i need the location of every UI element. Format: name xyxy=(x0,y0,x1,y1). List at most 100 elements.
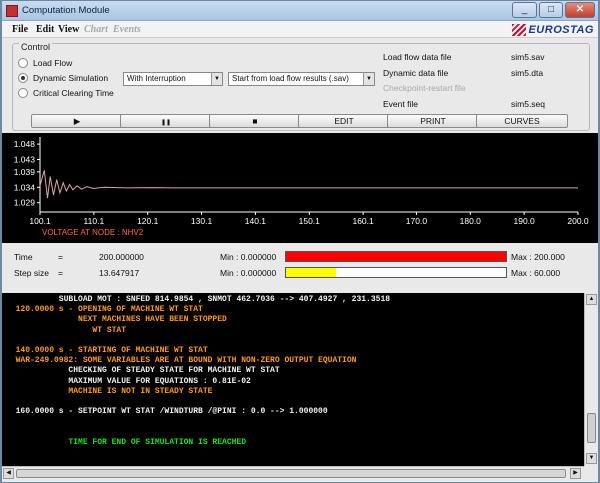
simulation-log[interactable]: SUBLOAD MOT : SNFED 814.9854 , SNMOT 462… xyxy=(2,293,598,466)
load-flow-file-label: Load flow data file xyxy=(383,52,452,62)
scroll-up-icon[interactable]: ▲ xyxy=(586,294,597,305)
step-size-label: Step size xyxy=(14,268,49,278)
time-label: Time xyxy=(14,252,33,262)
voltage-chart: 100.1 110.1 120.1 130.1 140.1 150.1 160.1 170.0… xyxy=(2,133,598,243)
interruption-select-value: With Interruption xyxy=(127,74,186,83)
scroll-right-icon[interactable]: ▶ xyxy=(570,468,581,479)
load-flow-file-value: sim5.sav xyxy=(511,52,545,62)
radio-critical-clearing-time[interactable]: Critical Clearing Time xyxy=(18,88,114,98)
log-line: 160.0000 s - SETPOINT WT STAT /WINDTURB … xyxy=(6,407,328,417)
control-group-title: Control xyxy=(19,42,53,52)
radio-critical-clearing-time-label: Critical Clearing Time xyxy=(33,88,114,98)
minimize-button[interactable]: _ xyxy=(512,2,537,18)
x-tick-label: 140.1 xyxy=(245,216,267,226)
pause-button[interactable]: ❚❚ xyxy=(120,114,212,128)
menu-file-label: File xyxy=(12,24,29,35)
edit-button[interactable]: EDIT xyxy=(298,114,390,128)
x-tick-label: 160.1 xyxy=(352,216,374,226)
menu-events[interactable]: Events xyxy=(113,24,141,35)
horizontal-scroll-thumb[interactable] xyxy=(16,469,566,478)
vertical-scroll-thumb[interactable] xyxy=(587,413,596,443)
step-size-equals: = xyxy=(58,268,63,278)
play-button[interactable]: ▶ xyxy=(31,114,123,128)
start-mode-select[interactable]: Start from load flow results (.sav) ▼ xyxy=(228,72,375,86)
close-button[interactable]: ✕ xyxy=(565,2,595,18)
radio-load-flow-indicator[interactable] xyxy=(18,58,28,68)
menu-view-label: View xyxy=(58,24,80,35)
x-tick-label: 120.1 xyxy=(137,216,159,226)
log-line: 140.0000 s - STARTING OF MACHINE WT STAT xyxy=(6,346,208,355)
voltage-chart-svg: 100.1 110.1 120.1 130.1 140.1 150.1 160.1 170.0… xyxy=(14,137,589,237)
maximize-button[interactable]: □ xyxy=(539,2,563,18)
y-tick-label: 1.039 xyxy=(14,167,36,177)
app-icon xyxy=(6,5,18,17)
radio-dynamic-simulation[interactable]: Dynamic Simulation xyxy=(18,73,108,83)
print-button[interactable]: PRINT xyxy=(387,114,479,128)
log-line: SUBLOAD MOT : SNFED 814.9854 , SNMOT 462… xyxy=(6,295,391,304)
log-vertical-scrollbar[interactable]: ▲ ▼ xyxy=(584,293,598,466)
computation-module-window: Computation Module _ □ ✕ File Edit View … xyxy=(1,0,599,483)
y-tick-label: 1.048 xyxy=(14,139,36,149)
x-tick-label: 100.1 xyxy=(29,216,51,226)
start-mode-select-value: Start from load flow results (.sav) xyxy=(232,74,349,83)
logo-stripes-icon xyxy=(512,23,527,36)
scroll-down-icon[interactable]: ▼ xyxy=(586,453,597,464)
time-progress-fill xyxy=(286,252,506,261)
y-tick-label: 1.034 xyxy=(14,182,36,192)
time-progress-bar xyxy=(285,251,507,262)
x-tick-label: 190.0 xyxy=(514,216,536,226)
x-tick-label: 170.0 xyxy=(406,216,428,226)
dynamic-file-label: Dynamic data file xyxy=(383,68,449,78)
step-progress-fill xyxy=(286,268,336,277)
log-line: CHECKING OF STEADY STATE FOR MACHINE WT … xyxy=(6,366,280,376)
x-tick-label: 150.1 xyxy=(299,216,321,226)
menu-edit[interactable]: Edit xyxy=(36,24,54,35)
y-tick-label: 1.029 xyxy=(14,198,36,208)
menu-chart[interactable]: Chart xyxy=(84,24,108,35)
log-line: MACHINE IS NOT IN STEADY STATE xyxy=(6,386,213,396)
radio-critical-clearing-time-indicator[interactable] xyxy=(18,88,28,98)
step-progress-bar xyxy=(285,267,507,278)
step-size-value: 13.647917 xyxy=(99,268,140,278)
radio-dynamic-simulation-indicator[interactable] xyxy=(18,73,28,83)
dynamic-file-value: sim5.dta xyxy=(511,68,544,78)
stop-icon: ■ xyxy=(252,116,258,126)
log-line: MAXIMUM VALUE FOR EQUATIONS : 0.81E-02 xyxy=(6,376,251,386)
interruption-select[interactable]: With Interruption ▼ xyxy=(123,72,223,86)
menu-events-label: Events xyxy=(113,24,141,35)
log-horizontal-scrollbar[interactable]: ◀ ▶ xyxy=(2,466,584,480)
log-line: 120.0000 s - OPENING OF MACHINE WT STAT xyxy=(6,305,203,315)
x-tick-label: 110.1 xyxy=(84,216,105,226)
menu-file[interactable]: File xyxy=(12,24,28,35)
log-line: NEXT MACHINES HAVE BEEN STOPPED xyxy=(6,315,227,325)
radio-load-flow[interactable]: Load Flow xyxy=(18,58,72,68)
chevron-down-icon[interactable]: ▼ xyxy=(363,73,374,85)
step-max-label: Max : 60.000 xyxy=(511,268,561,278)
voltage-series-line xyxy=(39,170,578,199)
menu-chart-label: Chart xyxy=(84,24,108,35)
scroll-left-icon[interactable]: ◀ xyxy=(3,468,14,479)
window-title: Computation Module xyxy=(22,5,110,16)
play-icon: ▶ xyxy=(73,116,81,126)
time-max-label: Max : 200.000 xyxy=(511,252,565,262)
x-tick-label: 130.1 xyxy=(191,216,213,226)
menu-bar: File Edit View Chart Events EUROSTAG xyxy=(2,21,598,38)
title-bar[interactable]: Computation Module _ □ ✕ xyxy=(2,1,598,21)
time-value: 200.000000 xyxy=(99,252,144,262)
chevron-down-icon[interactable]: ▼ xyxy=(211,73,222,85)
y-tick-label: 1.043 xyxy=(14,155,36,165)
eurostag-logo: EUROSTAG xyxy=(512,22,594,37)
menu-view[interactable]: View xyxy=(58,24,79,35)
event-file-label: Event file xyxy=(383,99,418,109)
curves-button[interactable]: CURVES xyxy=(476,114,568,128)
log-line: WAR-249.0982: SOME VARIABLES ARE AT BOUN… xyxy=(6,356,357,366)
menu-edit-label: Edit xyxy=(36,24,55,35)
radio-dynamic-simulation-label: Dynamic Simulation xyxy=(33,73,109,83)
x-tick-label: 200.0 xyxy=(567,216,589,226)
stop-button[interactable]: ■ xyxy=(209,114,301,128)
checkpoint-file-label: Checkpoint-restart file xyxy=(383,83,466,93)
time-min-label: Min : 0.000000 xyxy=(220,252,277,262)
log-line: TIME FOR END OF SIMULATION IS REACHED xyxy=(6,437,247,447)
simulation-status: Time = 200.000000 Step size = 13.647917 … xyxy=(2,245,598,291)
x-tick-label: 180.0 xyxy=(460,216,482,226)
